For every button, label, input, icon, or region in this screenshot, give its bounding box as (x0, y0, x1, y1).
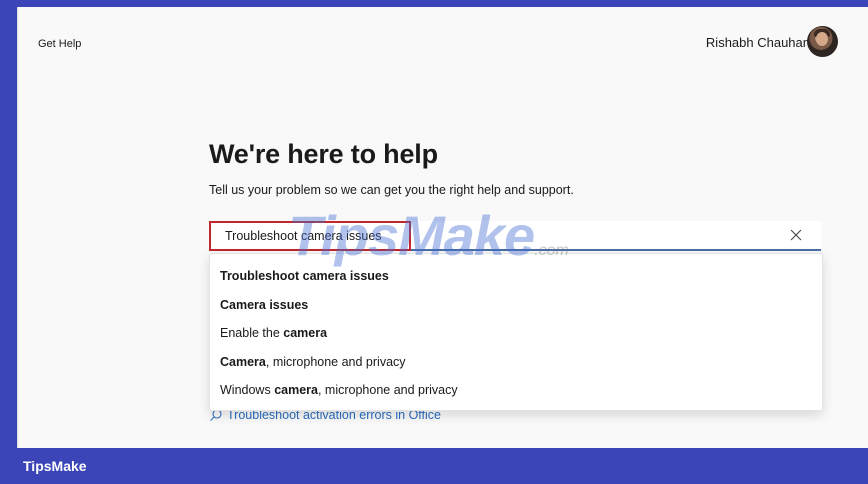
title-bar: Get Help Rishabh Chauhan (18, 7, 868, 77)
suggestions-dropdown: Troubleshoot camera issues Camera issues… (209, 253, 823, 411)
search-input-value[interactable]: Troubleshoot camera issues (225, 229, 382, 243)
suggestion-item[interactable]: Camera issues (220, 298, 308, 312)
clear-search-button[interactable] (787, 226, 805, 244)
suggestion-text: Camera issues (220, 298, 309, 312)
get-help-window: Get Help Rishabh Chauhan We're here to h… (17, 7, 868, 448)
suggestion-text: camera (274, 383, 318, 397)
page-subtitle: Tell us your problem so we can get you t… (209, 183, 574, 197)
search-input[interactable]: Troubleshoot camera issues (209, 221, 821, 251)
suggestion-text: , microphone and privacy (317, 383, 458, 397)
suggestion-text: , microphone and privacy (265, 355, 406, 369)
suggestion-item[interactable]: Camera, microphone and privacy (220, 355, 406, 369)
user-name[interactable]: Rishabh Chauhan (706, 35, 810, 50)
avatar-face (816, 32, 828, 46)
suggestion-item[interactable]: Windows camera, microphone and privacy (220, 383, 458, 397)
suggestion-item[interactable]: Troubleshoot camera issues (220, 269, 389, 283)
app-title: Get Help (38, 38, 82, 50)
suggestion-text: Enable the (220, 326, 284, 340)
suggestion-text: Windows (220, 383, 275, 397)
suggestion-item[interactable]: Enable the camera (220, 326, 327, 340)
suggestion-text: camera (283, 326, 328, 340)
suggestion-text: Troubleshoot camera issues (220, 269, 389, 283)
suggestion-text: Camera (220, 355, 266, 369)
footer-brand: TipsMake (23, 458, 87, 474)
page-title: We're here to help (209, 139, 438, 169)
close-icon (790, 229, 802, 241)
avatar[interactable] (807, 26, 838, 57)
